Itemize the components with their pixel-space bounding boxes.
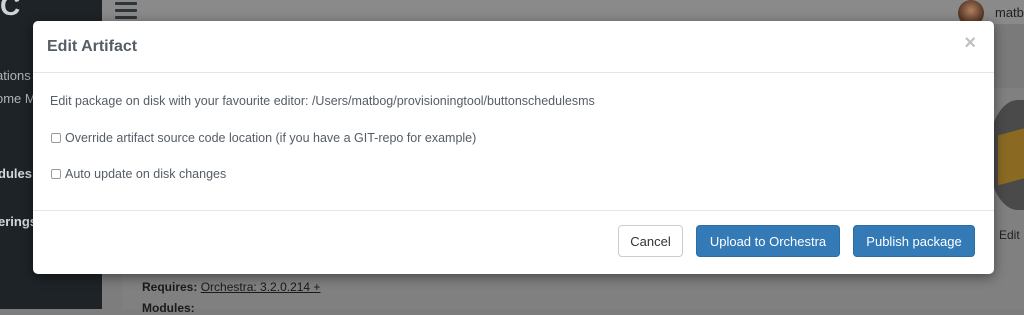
auto-update-checkbox-row[interactable]: Auto update on disk changes — [51, 167, 226, 181]
user-name[interactable]: matb — [995, 5, 1024, 20]
sidebar-item-offerings[interactable]: erings — [0, 214, 37, 229]
edit-artifact-dialog: Edit Artifact × Edit package on disk wit… — [33, 21, 994, 274]
sidebar-item-modules[interactable]: dules — [0, 166, 32, 181]
auto-update-label: Auto update on disk changes — [65, 167, 227, 181]
sidebar-item-home[interactable]: ome M — [0, 91, 36, 106]
publish-package-button[interactable]: Publish package — [853, 225, 975, 257]
override-source-checkbox[interactable] — [51, 133, 61, 143]
app-logo: C — [0, 0, 21, 21]
hamburger-menu-icon[interactable] — [115, 2, 137, 20]
cancel-button[interactable]: Cancel — [618, 225, 683, 257]
dialog-body: Edit package on disk with your favourite… — [33, 73, 994, 211]
dialog-footer: Cancel Upload to Orchestra Publish packa… — [33, 211, 994, 275]
requires-label: Requires: — [142, 280, 198, 294]
dialog-header: Edit Artifact × — [33, 21, 994, 73]
override-source-checkbox-row[interactable]: Override artifact source code location (… — [51, 131, 476, 145]
edit-label[interactable]: Edit — [999, 228, 1020, 242]
upload-to-orchestra-button[interactable]: Upload to Orchestra — [696, 225, 840, 257]
modules-label: Modules: — [142, 301, 195, 315]
requires-link[interactable]: Orchestra: 3.2.0.214 + — [201, 280, 321, 294]
close-icon[interactable]: × — [964, 33, 976, 53]
override-source-label: Override artifact source code location (… — [65, 131, 477, 145]
auto-update-checkbox[interactable] — [51, 169, 61, 179]
sidebar-item-applications[interactable]: ations — [0, 68, 31, 83]
editor-path-text: Edit package on disk with your favourite… — [50, 94, 595, 108]
requires-row: Requires: Orchestra: 3.2.0.214 + — [142, 280, 320, 294]
dialog-title: Edit Artifact — [47, 38, 138, 55]
